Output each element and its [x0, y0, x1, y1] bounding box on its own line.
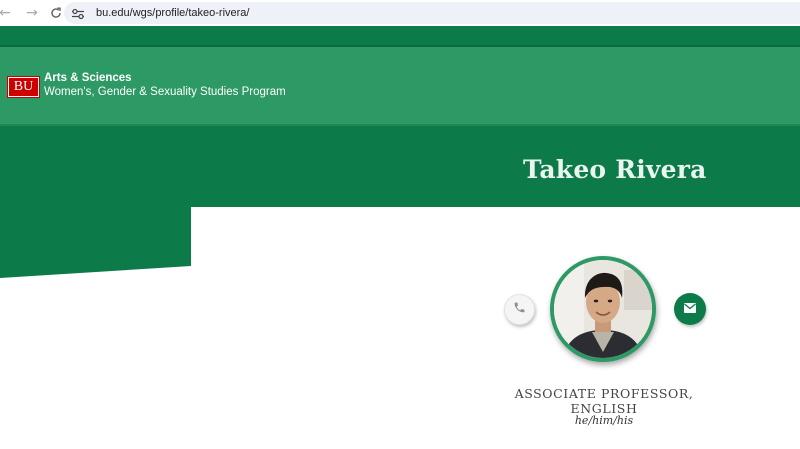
address-bar[interactable]: bu.edu/wgs/profile/takeo-rivera/ [64, 2, 800, 24]
site-info-icon[interactable] [71, 7, 85, 20]
top-utility-band [0, 26, 800, 47]
college-name[interactable]: Arts & Sciences [44, 72, 132, 84]
profile-pronouns: he/him/his [574, 414, 634, 427]
avatar-frame [550, 256, 656, 362]
email-icon [684, 300, 696, 318]
back-arrow-icon[interactable]: ← [0, 2, 16, 24]
bu-logo[interactable]: BU [7, 76, 40, 98]
phone-icon [513, 301, 526, 319]
avatar [554, 260, 652, 358]
email-button[interactable] [674, 293, 706, 325]
phone-button[interactable] [504, 294, 535, 325]
profile-title: ASSOCIATE PROFESSOR, ENGLISH [514, 386, 694, 416]
site-header: BU Arts & Sciences Women's, Gender & Sex… [0, 47, 800, 126]
url-text[interactable]: bu.edu/wgs/profile/takeo-rivera/ [96, 7, 249, 19]
forward-arrow-icon[interactable]: → [21, 2, 43, 24]
program-name[interactable]: Women's, Gender & Sexuality Studies Prog… [44, 86, 286, 98]
profile-name: Takeo Rivera [523, 155, 707, 184]
